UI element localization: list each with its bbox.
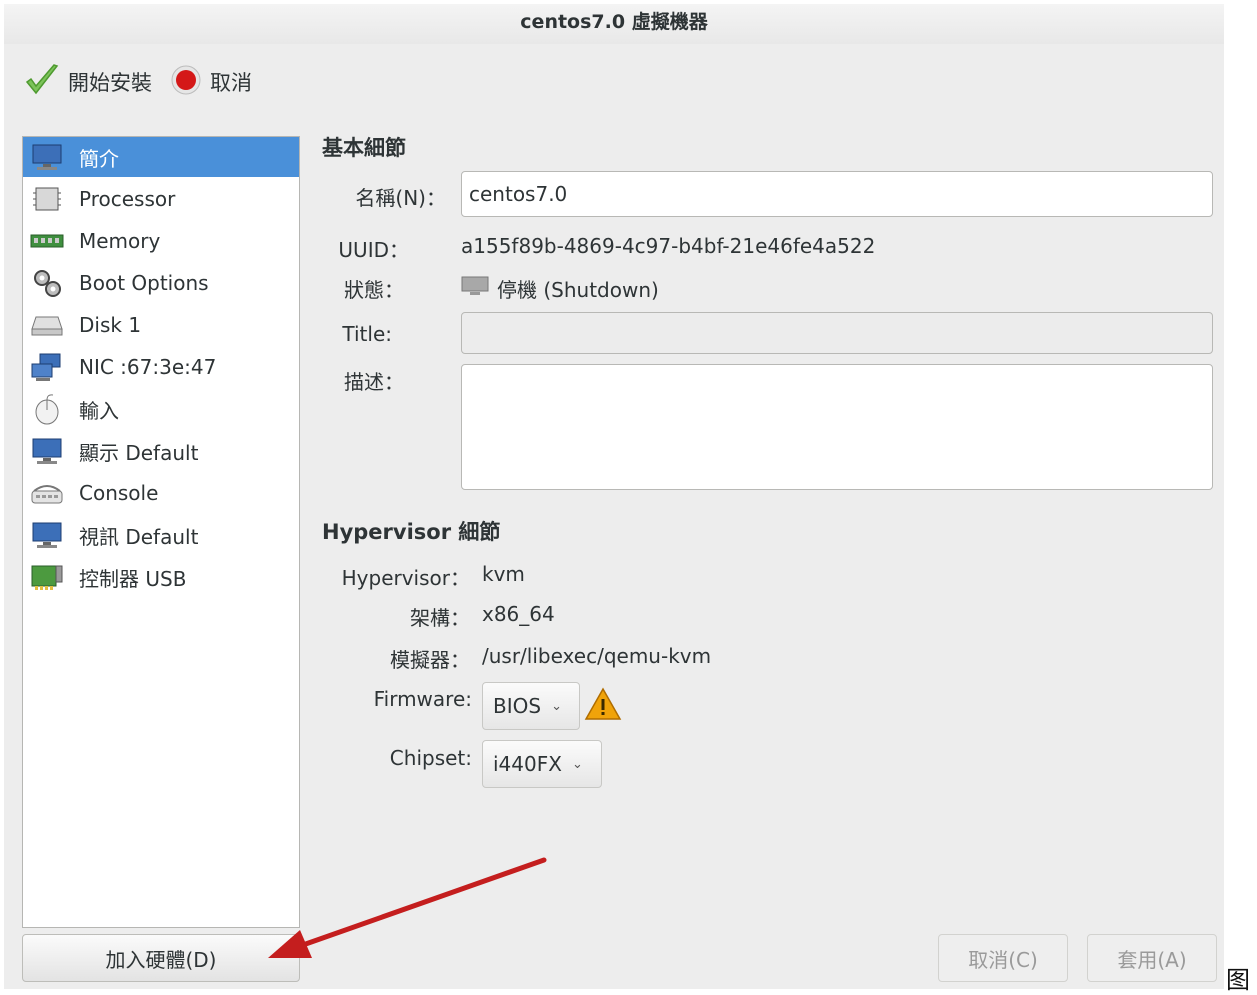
annotation-arrow: [268, 857, 547, 958]
corner-caption: 图: [1226, 966, 1250, 994]
